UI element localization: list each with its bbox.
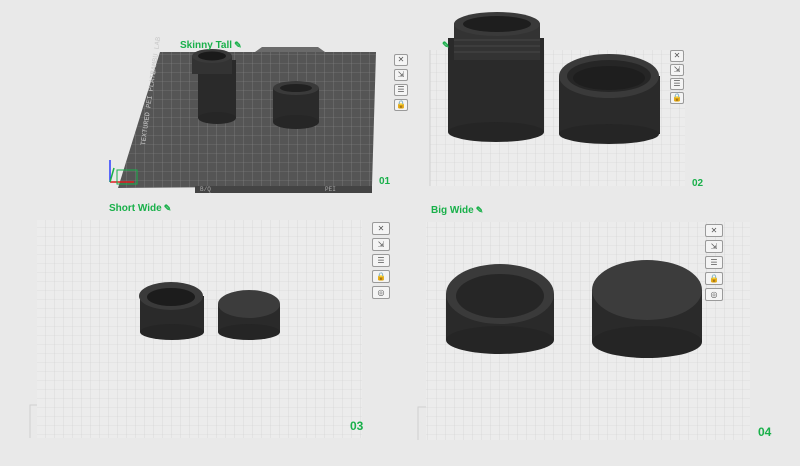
plate-01-number: 01 [379,176,391,187]
auto-arrange-icon[interactable]: ⇲ [705,240,723,253]
model-tall-jar[interactable] [192,49,236,124]
plate-04[interactable]: Big Wide ✎ 04 ✕ ⇲ ☰ 🔒 ◎ [400,200,800,466]
settings-icon[interactable]: ☰ [670,78,684,90]
model-cap[interactable] [273,81,319,129]
plate-02[interactable]: ✎ 02 ✕ ⇲ ☰ 🔒 [400,0,800,200]
lock-icon[interactable]: 🔒 [372,270,390,283]
model-tall-jar[interactable] [139,282,204,340]
orient-icon[interactable]: ◎ [372,286,390,299]
auto-arrange-icon[interactable]: ⇲ [372,238,390,251]
bed-bottom-right-text: PEI [325,186,336,193]
plate-03[interactable]: Short Wide ✎ 03 ✕ ⇲ ☰ 🔒 ◎ [0,200,400,466]
bed-strip [195,186,372,193]
auto-arrange-icon[interactable]: ⇲ [670,64,684,76]
edit-pencil-icon[interactable]: ✎ [476,205,484,215]
lock-icon[interactable]: 🔒 [705,272,723,285]
model-cap[interactable] [559,54,660,144]
plate-03-name[interactable]: Short Wide ✎ [109,203,171,214]
lock-icon[interactable]: 🔒 [670,92,684,104]
close-icon[interactable]: ✕ [670,50,684,62]
close-icon[interactable]: ✕ [705,224,723,237]
model-tall-jar[interactable] [448,12,544,142]
plate-04-bed[interactable] [400,200,800,466]
plate-03-name-label: Short Wide [109,203,162,214]
settings-icon[interactable]: ☰ [372,254,390,267]
close-icon[interactable]: ✕ [372,222,390,235]
plate-03-number: 03 [350,419,364,433]
edit-pencil-icon[interactable]: ✎ [442,40,450,50]
plate-03-bed[interactable] [0,200,400,466]
edit-pencil-icon[interactable]: ✎ [234,40,242,50]
bed-edge [29,404,37,438]
bed-edge [417,406,426,440]
plate-01-bed[interactable] [0,0,400,200]
plate-01-name-label: Skinny Tall [180,40,233,51]
plate-02-number: 02 [692,178,704,189]
plate-01[interactable]: BAMBU LAB TEXTURED PEI PLATE B/Q PEI Ski… [0,0,408,200]
edit-pencil-icon[interactable]: ✎ [164,203,172,213]
model-lid[interactable] [592,260,702,358]
model-cap[interactable] [446,264,554,354]
orient-icon[interactable]: ◎ [705,288,723,301]
plate-02-name[interactable]: ✎ [440,40,450,51]
plate-04-number: 04 [758,425,772,439]
bed-bottom-left-text: B/Q [200,186,211,193]
settings-icon[interactable]: ☰ [705,256,723,269]
plate-04-name[interactable]: Big Wide ✎ [431,205,483,216]
model-cap[interactable] [218,290,280,340]
plate-01-name[interactable]: Skinny Tall ✎ [180,40,242,51]
bed-tab [255,47,325,52]
plate-02-bed[interactable] [400,0,800,200]
plate-04-name-label: Big Wide [431,205,474,216]
